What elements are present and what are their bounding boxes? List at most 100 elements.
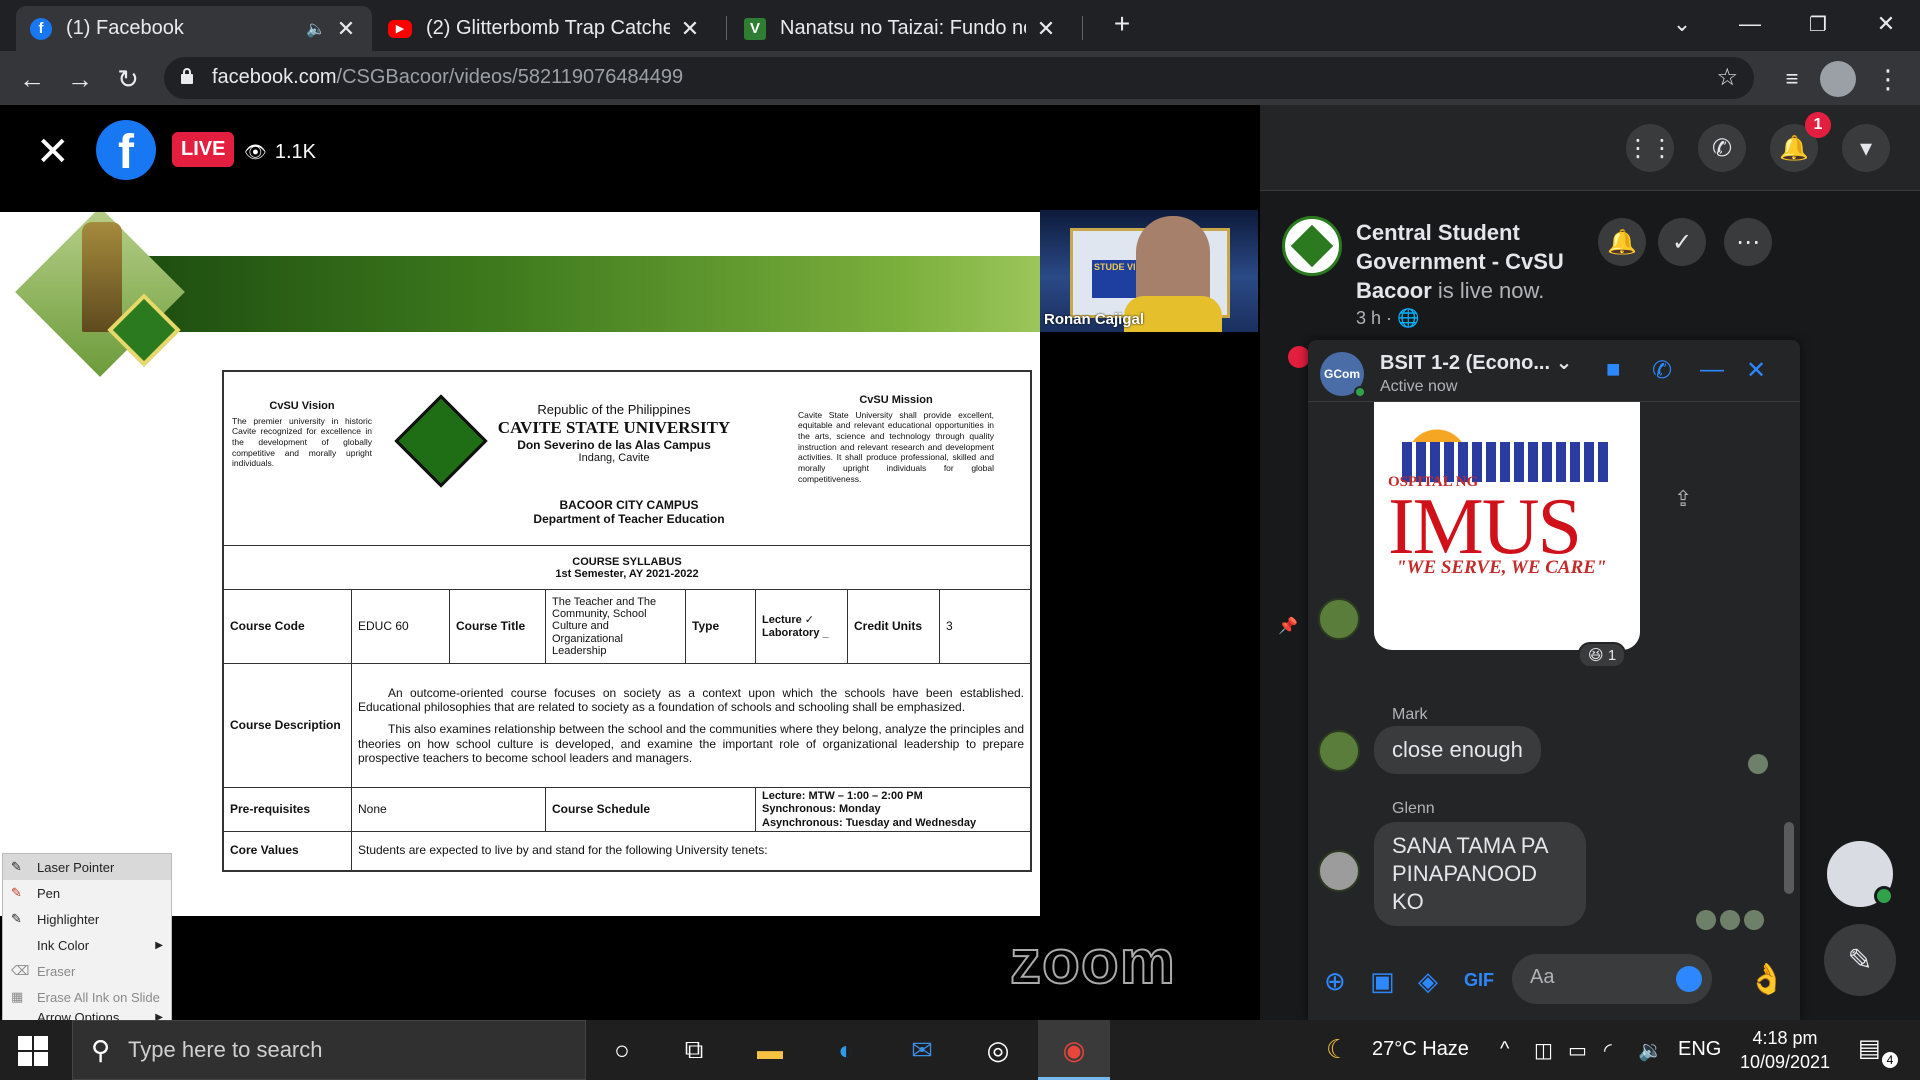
reaction-badge[interactable]: 😆 1 (1578, 642, 1627, 668)
meet-icon[interactable]: ◫ (1534, 1038, 1553, 1063)
prerequisites-row: Pre-requisites None Course Schedule Lect… (224, 788, 1030, 832)
slideshow-context-menu: ✎ Laser Pointer ✎ Pen ✎ Highlighter Ink Col… (2, 853, 172, 1025)
menu-item-erase-all[interactable]: ▦ Erase All Ink on Slide (3, 984, 171, 1010)
tab-nanatsu[interactable]: V Nanatsu no Taizai: Fundo no Shin ✕ (730, 6, 1072, 51)
close-video-icon[interactable]: ✕ (36, 132, 70, 172)
read-receipt-avatar (1748, 754, 1768, 774)
action-center-icon[interactable]: ▤ (1858, 1034, 1881, 1063)
emoji-icon[interactable] (1676, 966, 1702, 992)
gif-icon[interactable]: GIF (1464, 970, 1494, 991)
menu-item-eraser[interactable]: ⌫ Eraser (3, 958, 171, 984)
new-message-button[interactable]: ✎ (1824, 924, 1896, 996)
sender-avatar[interactable] (1318, 850, 1360, 892)
viewer-count: 👁 1.1K (244, 141, 316, 164)
tab-search-button[interactable]: ⌄ (1650, 6, 1714, 42)
chat-scrollbar[interactable] (1780, 402, 1798, 932)
video-call-icon[interactable]: ■ (1606, 356, 1621, 384)
follow-bell-button[interactable]: 🔔 (1598, 218, 1646, 266)
forward-button[interactable]: → (62, 61, 98, 97)
syllabus-document: CvSU Vision The premier university in his… (222, 370, 1032, 872)
lock-icon (181, 68, 193, 84)
core-values-row: Core Values Students are expected to liv… (224, 832, 1030, 870)
tab-separator (1082, 16, 1083, 40)
volume-icon[interactable]: 🔉 (1638, 1038, 1663, 1063)
close-tab-icon[interactable]: ✕ (334, 16, 358, 42)
menu-item-ink-color[interactable]: Ink Color ▶ (3, 932, 171, 958)
sender-name: Mark (1392, 706, 1428, 723)
sender-avatar[interactable] (1318, 598, 1360, 640)
syllabus-header: CvSU Vision The premier university in his… (224, 372, 1030, 546)
minimize-chat-icon[interactable]: — (1700, 356, 1724, 384)
sender-name: Glenn (1392, 800, 1435, 817)
tab-title: (1) Facebook (66, 17, 184, 39)
menu-item-pen[interactable]: ✎ Pen (3, 880, 171, 906)
media-control-icon[interactable]: ≡ (1774, 61, 1810, 97)
scrollbar-thumb[interactable] (1784, 822, 1794, 894)
phone-call-icon[interactable]: ✆ (1652, 356, 1672, 385)
video-player[interactable]: ✕ f LIVE 👁 1.1K CvSU Vision The premier un… (0, 105, 1260, 1025)
account-menu-button[interactable]: ▾ (1842, 124, 1890, 172)
facebook-logo-icon[interactable]: f (96, 120, 156, 180)
tray-chevron-icon[interactable]: ^ (1500, 1038, 1509, 1061)
weather-text[interactable]: 27°C Haze (1372, 1038, 1469, 1061)
bookmark-star-icon[interactable]: ☆ (1716, 63, 1738, 92)
dell-icon[interactable]: ◎ (980, 1032, 1016, 1068)
chrome-icon[interactable]: ◉ (1056, 1032, 1092, 1068)
address-bar[interactable]: facebook.com/CSGBacoor/videos/5821190764… (164, 57, 1754, 99)
back-button[interactable]: ← (14, 61, 50, 97)
cortana-icon[interactable]: ○ (604, 1032, 640, 1068)
taskbar-clock[interactable]: 4:18 pm 10/09/2021 (1730, 1026, 1840, 1074)
task-view-icon[interactable]: ⧉ (676, 1032, 712, 1068)
mail-icon[interactable]: ✉ (904, 1032, 940, 1068)
reload-button[interactable]: ↻ (110, 61, 146, 97)
close-window-button[interactable]: ✕ (1854, 6, 1918, 42)
save-post-button[interactable]: ✓ (1658, 218, 1706, 266)
minimize-button[interactable]: — (1718, 6, 1782, 42)
sender-avatar[interactable] (1318, 730, 1360, 772)
profile-avatar[interactable] (1820, 61, 1856, 97)
active-status-dot (1354, 386, 1366, 398)
menu-dots-icon[interactable]: ⋮ (1870, 61, 1906, 97)
message-list[interactable]: OSPITAL NG IMUS "WE SERVE, WE CARE" ⇪ 😆 … (1308, 402, 1788, 932)
edge-icon[interactable]: ◐ (828, 1032, 864, 1068)
restore-button[interactable]: ❐ (1786, 6, 1850, 42)
menu-item-highlighter[interactable]: ✎ Highlighter (3, 906, 171, 932)
chevron-down-icon[interactable]: ⌄ (1556, 352, 1573, 374)
presentation-slide: CvSU Vision The premier university in his… (0, 212, 1040, 916)
wifi-icon[interactable]: ◜ (1604, 1038, 1612, 1063)
battery-icon[interactable]: ▭ (1568, 1038, 1587, 1063)
close-tab-icon[interactable]: ✕ (678, 16, 702, 42)
windows-taskbar: ⚲ Type here to search ○ ⧉ ▬ ◐ ✉ ◎ ◉ ☾ 27… (0, 1020, 1920, 1080)
post-more-button[interactable]: ⋯ (1724, 218, 1772, 266)
add-icon[interactable]: ⊕ (1324, 966, 1346, 997)
search-icon: ⚲ (91, 1034, 111, 1065)
weather-icon[interactable]: ☾ (1326, 1034, 1349, 1065)
viewer-count-value: 1.1K (274, 141, 317, 163)
image-message[interactable]: OSPITAL NG IMUS "WE SERVE, WE CARE" (1374, 402, 1640, 650)
read-receipt-avatar (1696, 910, 1716, 930)
browser-toolbar: ← → ↻ facebook.com/CSGBacoor/videos/5821… (0, 51, 1920, 105)
chat-name[interactable]: BSIT 1-2 (Econo... ⌄ (1380, 350, 1572, 375)
sticker-icon[interactable]: ◈ (1418, 966, 1438, 997)
new-tab-button[interactable]: + (1092, 6, 1152, 42)
course-info-row: Course Code EDUC 60 Course Title The Tea… (224, 590, 1030, 664)
quick-reaction-icon[interactable]: 👌 (1748, 962, 1785, 997)
messenger-button[interactable]: ✆ (1698, 124, 1746, 172)
language-indicator[interactable]: ENG (1678, 1038, 1721, 1061)
page-avatar[interactable] (1282, 216, 1342, 276)
photo-icon[interactable]: ▣ (1370, 966, 1395, 997)
menu-grid-button[interactable]: ⋮⋮ (1626, 124, 1674, 172)
close-tab-icon[interactable]: ✕ (1034, 16, 1058, 42)
close-chat-icon[interactable]: ✕ (1746, 356, 1766, 385)
message-bubble[interactable]: close enough (1374, 726, 1541, 774)
menu-item-laser-pointer[interactable]: ✎ Laser Pointer (3, 854, 171, 880)
read-receipt-avatar (1744, 910, 1764, 930)
chat-header[interactable]: GCom BSIT 1-2 (Econo... ⌄ Active now ■ ✆… (1308, 340, 1800, 402)
share-icon[interactable]: ⇪ (1674, 486, 1692, 512)
tab-facebook[interactable]: f (1) Facebook 🔈 ✕ (16, 6, 372, 51)
taskbar-search[interactable]: ⚲ Type here to search (72, 1020, 586, 1080)
start-button[interactable] (18, 1036, 48, 1066)
message-bubble[interactable]: SANA TAMA PA PINAPANOOD KO (1374, 822, 1586, 926)
file-explorer-icon[interactable]: ▬ (752, 1032, 788, 1068)
tab-youtube[interactable]: ▶ (2) Glitterbomb Trap Catches Pho ✕ (374, 6, 716, 51)
